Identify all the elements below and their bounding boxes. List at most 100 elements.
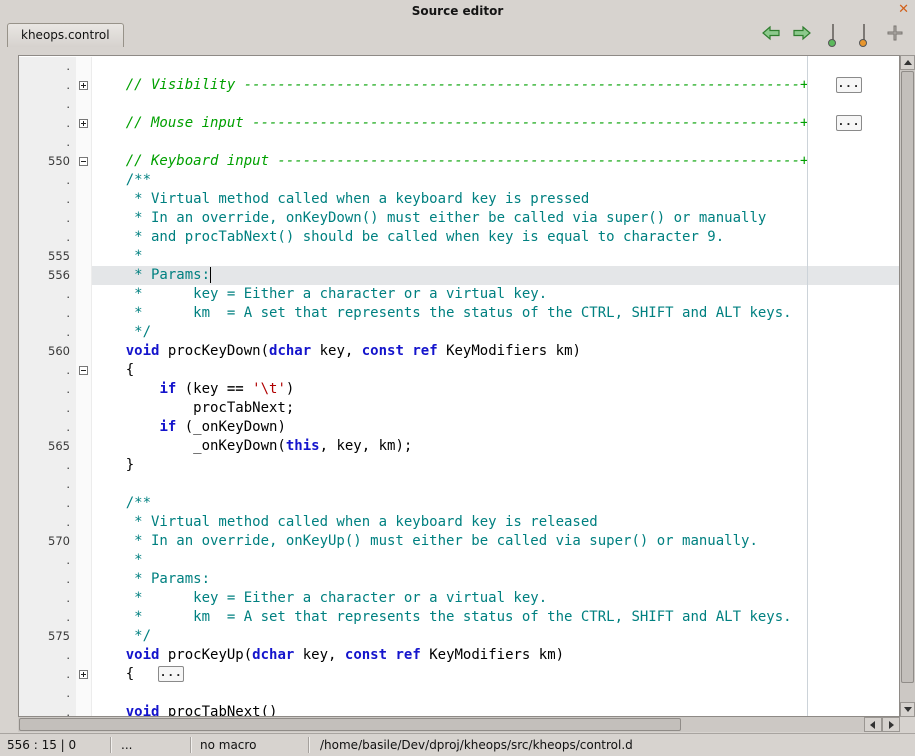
editor[interactable]: .. // Visibility -----------------------… bbox=[18, 55, 900, 717]
detach-button[interactable] bbox=[885, 25, 905, 43]
code-line[interactable]: . } bbox=[19, 456, 899, 475]
fold-column bbox=[76, 399, 92, 418]
line-number: . bbox=[19, 57, 76, 76]
code-line[interactable]: . bbox=[19, 475, 899, 494]
code-line[interactable]: . /** bbox=[19, 171, 899, 190]
code-line[interactable]: . * In an override, onKeyDown() must eit… bbox=[19, 209, 899, 228]
scroll-down-button[interactable] bbox=[900, 702, 915, 717]
nav-back-button[interactable] bbox=[761, 25, 781, 43]
code-line[interactable]: 575 */ bbox=[19, 627, 899, 646]
line-number: 560 bbox=[19, 342, 76, 361]
close-icon[interactable]: ✕ bbox=[898, 0, 909, 20]
code-text: * Virtual method called when a keyboard … bbox=[92, 190, 899, 209]
code-text bbox=[92, 684, 899, 703]
code-line[interactable]: . * Virtual method called when a keyboar… bbox=[19, 190, 899, 209]
fold-column bbox=[76, 494, 92, 513]
code-line[interactable]: . {... bbox=[19, 665, 899, 684]
fold-toggle-icon[interactable] bbox=[79, 81, 88, 90]
line-number: . bbox=[19, 703, 76, 717]
code-line[interactable]: 565 _onKeyDown(this, key, km); bbox=[19, 437, 899, 456]
code-line[interactable]: . bbox=[19, 684, 899, 703]
tab-kheops-control[interactable]: kheops.control bbox=[7, 23, 124, 47]
vertical-scroll-thumb[interactable] bbox=[901, 71, 914, 683]
code-text: * km = A set that represents the status … bbox=[92, 608, 899, 627]
code-line[interactable]: . bbox=[19, 57, 899, 76]
tab-bar: kheops.control bbox=[0, 20, 915, 47]
vertical-scrollbar[interactable] bbox=[900, 55, 915, 717]
code-line[interactable]: . procTabNext; bbox=[19, 399, 899, 418]
code-line[interactable]: 560 void procKeyDown(dchar key, const re… bbox=[19, 342, 899, 361]
line-number: . bbox=[19, 475, 76, 494]
fold-column bbox=[76, 532, 92, 551]
code-text: * Virtual method called when a keyboard … bbox=[92, 513, 899, 532]
fold-toggle-icon[interactable] bbox=[79, 119, 88, 128]
scroll-right-button[interactable] bbox=[882, 717, 900, 732]
code-line[interactable]: . /** bbox=[19, 494, 899, 513]
line-number: . bbox=[19, 380, 76, 399]
code-text: * and procTabNext() should be called whe… bbox=[92, 228, 899, 247]
line-number: . bbox=[19, 133, 76, 152]
titlebar: Source editor ✕ bbox=[0, 0, 915, 20]
code-line[interactable]: . * key = Either a character or a virtua… bbox=[19, 589, 899, 608]
code-line[interactable]: . */ bbox=[19, 323, 899, 342]
line-number: 556 bbox=[19, 266, 76, 285]
code-text: * In an override, onKeyDown() must eithe… bbox=[92, 209, 899, 228]
code-line[interactable]: . if (_onKeyDown) bbox=[19, 418, 899, 437]
fold-column bbox=[76, 76, 92, 95]
line-number: 570 bbox=[19, 532, 76, 551]
line-number: . bbox=[19, 608, 76, 627]
source-editor-window: Source editor ✕ kheops.control .. // Vis… bbox=[0, 0, 915, 756]
right-margin-line bbox=[807, 56, 808, 716]
code-line[interactable]: . void procKeyUp(dchar key, const ref Ke… bbox=[19, 646, 899, 665]
code-line[interactable]: . * and procTabNext() should be called w… bbox=[19, 228, 899, 247]
code-line[interactable]: . * km = A set that represents the statu… bbox=[19, 304, 899, 323]
line-number: . bbox=[19, 589, 76, 608]
code-line[interactable]: . * Params: bbox=[19, 570, 899, 589]
fold-toggle-icon[interactable] bbox=[79, 670, 88, 679]
scroll-up-button[interactable] bbox=[900, 55, 915, 70]
file-path: /home/basile/Dev/dproj/kheops/src/kheops… bbox=[320, 738, 633, 752]
fold-toggle-icon[interactable] bbox=[79, 157, 88, 166]
code-line[interactable]: . // Mouse input -----------------------… bbox=[19, 114, 899, 133]
code-line[interactable]: . bbox=[19, 95, 899, 114]
code-lines: .. // Visibility -----------------------… bbox=[19, 57, 899, 717]
document-reload-button[interactable] bbox=[854, 25, 874, 43]
statusbar-separator bbox=[308, 737, 310, 753]
fold-column bbox=[76, 608, 92, 627]
code-line[interactable]: 570 * In an override, onKeyUp() must eit… bbox=[19, 532, 899, 551]
nav-forward-button[interactable] bbox=[792, 25, 812, 43]
code-line[interactable]: 556 * Params: bbox=[19, 266, 899, 285]
status-bar: 556 : 15 | 0 ... no macro /home/basile/D… bbox=[0, 733, 915, 756]
code-line[interactable]: . void procTabNext() bbox=[19, 703, 899, 717]
line-number: . bbox=[19, 209, 76, 228]
code-line[interactable]: . { bbox=[19, 361, 899, 380]
code-line[interactable]: . // Visibility ------------------------… bbox=[19, 76, 899, 95]
code-text: void procKeyUp(dchar key, const ref KeyM… bbox=[92, 646, 899, 665]
code-line[interactable]: . if (key == '\t') bbox=[19, 380, 899, 399]
fold-toggle-icon[interactable] bbox=[79, 366, 88, 375]
folded-region-ellipsis[interactable]: ... bbox=[836, 115, 862, 131]
line-number: . bbox=[19, 494, 76, 513]
scroll-left-button[interactable] bbox=[864, 717, 882, 732]
scrollbar-corner bbox=[900, 717, 915, 732]
line-number: . bbox=[19, 418, 76, 437]
code-line[interactable]: . * Virtual method called when a keyboar… bbox=[19, 513, 899, 532]
code-line[interactable]: . * km = A set that represents the statu… bbox=[19, 608, 899, 627]
folded-region-ellipsis[interactable]: ... bbox=[836, 77, 862, 93]
code-line[interactable]: . * key = Either a character or a virtua… bbox=[19, 285, 899, 304]
horizontal-scroll-thumb[interactable] bbox=[19, 718, 681, 731]
code-text: * Params: bbox=[92, 570, 899, 589]
folded-region-ellipsis[interactable]: ... bbox=[158, 666, 184, 682]
fold-column bbox=[76, 190, 92, 209]
fold-column bbox=[76, 475, 92, 494]
line-number: . bbox=[19, 399, 76, 418]
code-line[interactable]: 555 * bbox=[19, 247, 899, 266]
code-line[interactable]: . * bbox=[19, 551, 899, 570]
fold-column bbox=[76, 323, 92, 342]
fold-column bbox=[76, 152, 92, 171]
horizontal-scrollbar[interactable] bbox=[18, 717, 900, 732]
code-line[interactable]: 550 // Keyboard input ------------------… bbox=[19, 152, 899, 171]
line-number: . bbox=[19, 171, 76, 190]
code-line[interactable]: . bbox=[19, 133, 899, 152]
document-save-button[interactable] bbox=[823, 25, 843, 43]
